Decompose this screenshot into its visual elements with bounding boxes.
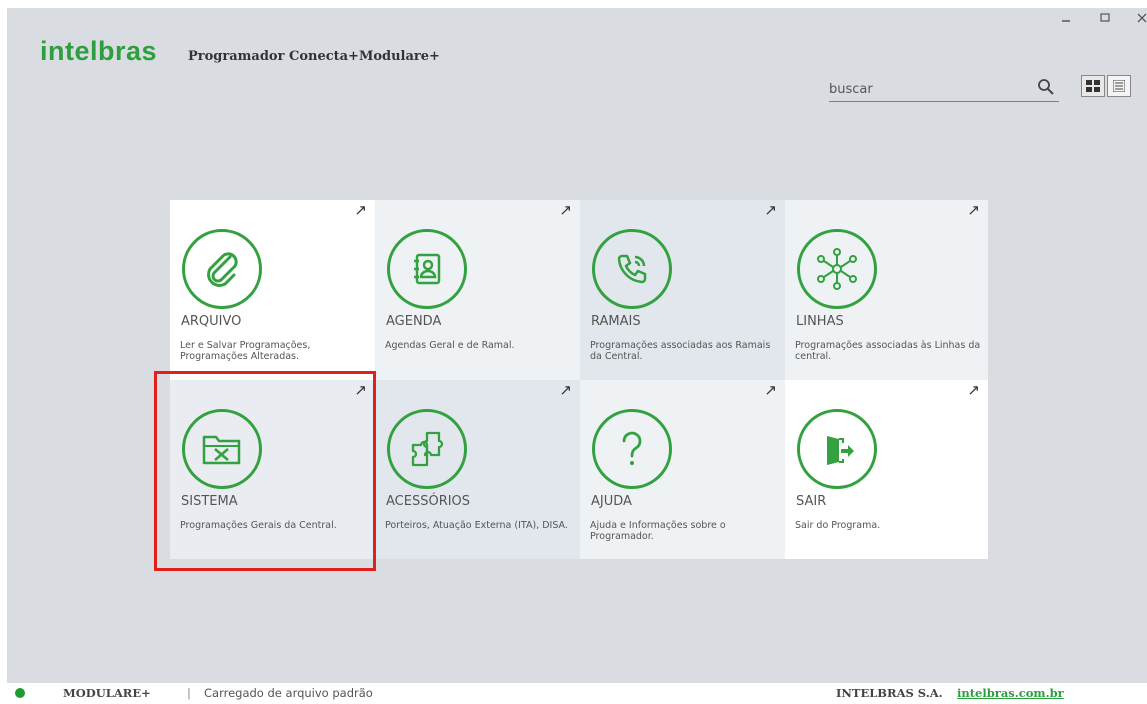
grid-view-icon (1086, 80, 1100, 92)
expand-arrow-icon: ↗ (354, 381, 367, 399)
search-box (829, 76, 1059, 102)
tile-title: AGENDA (386, 314, 442, 329)
network-hub-icon (797, 229, 877, 309)
tile-title: SAIR (796, 494, 827, 509)
tile-description: Porteiros, Atuação Externa (ITA), DISA. (385, 520, 568, 531)
tile-title: ARQUIVO (181, 314, 242, 329)
tile-linhas[interactable]: ↗ LINHAS Programações associadas às Linh… (785, 200, 988, 380)
search-icon[interactable] (1037, 78, 1055, 100)
search-input[interactable] (829, 78, 1029, 100)
status-separator: | (187, 686, 191, 700)
website-link[interactable]: intelbras.com.br (957, 686, 1064, 700)
tile-acessorios[interactable]: ↗ ACESSÓRIOS Porteiros, Atuação Externa … (375, 380, 580, 559)
tile-ajuda[interactable]: ↗ AJUDA Ajuda e Informações sobre o Prog… (580, 380, 785, 559)
question-mark-icon (592, 409, 672, 489)
expand-arrow-icon: ↗ (967, 381, 980, 399)
phone-ringing-icon (592, 229, 672, 309)
expand-arrow-icon: ↗ (764, 381, 777, 399)
close-icon (1137, 13, 1147, 23)
tile-sistema[interactable]: ↗ SISTEMA Programações Gerais da Central… (170, 380, 375, 559)
tile-description: Programações associadas aos Ramais da Ce… (590, 340, 771, 362)
intelbras-logo: intelbras (40, 36, 158, 66)
app-title: Programador Conecta+Modulare+ (188, 49, 440, 64)
expand-arrow-icon: ↗ (559, 201, 572, 219)
main-menu-grid: ↗ ARQUIVO Ler e Salvar Programações, Pro… (170, 200, 988, 559)
expand-arrow-icon: ↗ (967, 201, 980, 219)
maximize-icon (1100, 13, 1110, 22)
exit-door-icon (797, 409, 877, 489)
status-message: Carregado de arquivo padrão (204, 686, 373, 700)
status-bar: MODULARE+ | Carregado de arquivo padrão … (0, 683, 1147, 704)
tile-description: Ler e Salvar Programações, Programações … (180, 340, 311, 362)
tile-ramais[interactable]: ↗ RAMAIS Programações associadas aos Ram… (580, 200, 785, 380)
puzzle-icon (387, 409, 467, 489)
tile-agenda[interactable]: ↗ AGENDA Agendas Geral e de Ramal. (375, 200, 580, 380)
list-view-button[interactable] (1107, 75, 1131, 97)
tile-description: Sair do Programa. (795, 520, 881, 531)
tile-sair[interactable]: ↗ SAIR Sair do Programa. (785, 380, 988, 559)
contact-book-icon (387, 229, 467, 309)
expand-arrow-icon: ↗ (354, 201, 367, 219)
tile-arquivo[interactable]: ↗ ARQUIVO Ler e Salvar Programações, Pro… (170, 200, 375, 380)
grid-view-button[interactable] (1081, 75, 1105, 97)
minimize-icon (1062, 20, 1070, 22)
minimize-button[interactable] (1055, 12, 1077, 28)
tile-title: LINHAS (796, 314, 844, 329)
connection-status-icon (15, 688, 25, 698)
tile-description: Programações Gerais da Central. (180, 520, 337, 531)
paperclip-icon (182, 229, 262, 309)
folder-tools-icon (182, 409, 262, 489)
view-toggle (1081, 75, 1133, 97)
tile-description: Ajuda e Informações sobre o Programador. (590, 520, 726, 542)
tile-title: ACESSÓRIOS (386, 494, 471, 509)
expand-arrow-icon: ↗ (764, 201, 777, 219)
company-name: INTELBRAS S.A. (836, 686, 943, 700)
tile-description: Programações associadas às Linhas da cen… (795, 340, 981, 362)
tile-title: SISTEMA (181, 494, 238, 509)
list-view-icon (1113, 80, 1125, 92)
close-button[interactable] (1131, 12, 1147, 28)
expand-arrow-icon: ↗ (559, 381, 572, 399)
status-model: MODULARE+ (63, 686, 151, 700)
tile-title: RAMAIS (591, 314, 641, 329)
tile-title: AJUDA (591, 494, 632, 509)
maximize-button[interactable] (1094, 12, 1116, 28)
tile-description: Agendas Geral e de Ramal. (385, 340, 515, 351)
